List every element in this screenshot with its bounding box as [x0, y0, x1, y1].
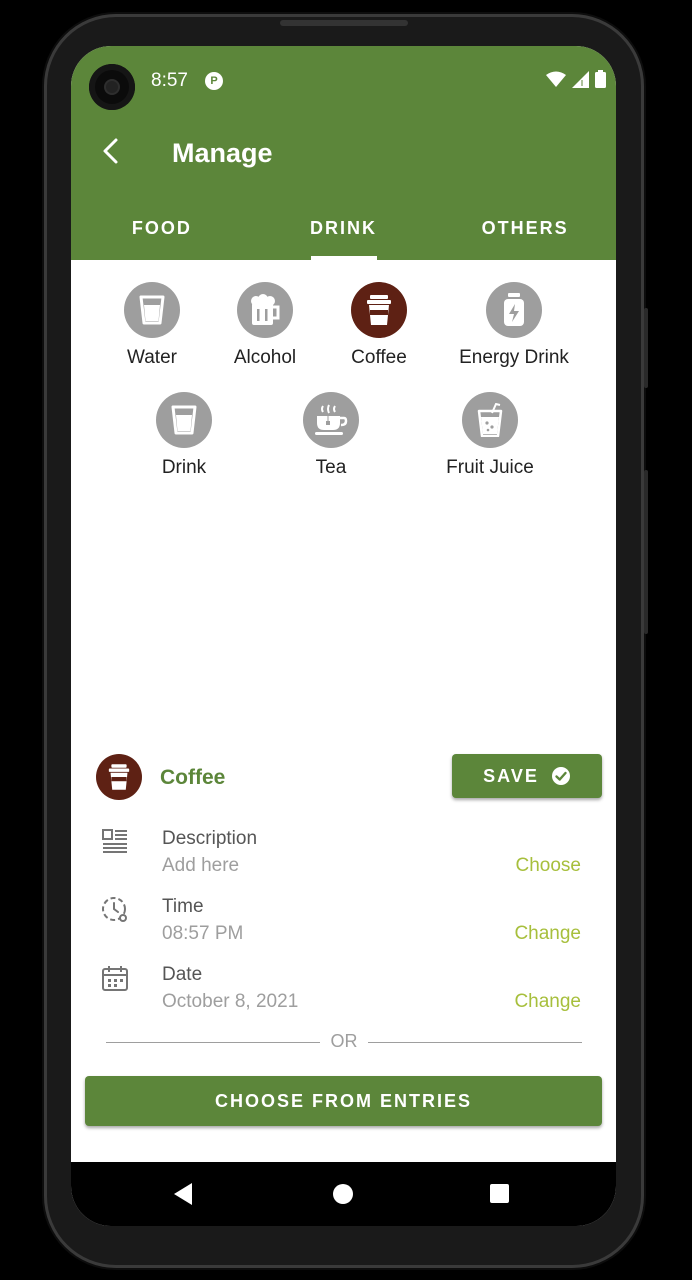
- drink-glass-icon: [171, 405, 197, 435]
- selected-drink-row: Coffee SAVE: [96, 754, 602, 802]
- drink-label: Fruit Juice: [446, 457, 534, 478]
- drink-option-drink[interactable]: Drink: [119, 392, 249, 479]
- time-label: Time: [162, 896, 204, 917]
- save-label: SAVE: [483, 765, 539, 786]
- time-field: Time 08:57 PM Change: [101, 896, 581, 952]
- energy-can-icon: [504, 293, 524, 326]
- tea-icon-circle: [303, 392, 359, 448]
- nav-back-icon[interactable]: [173, 1182, 193, 1206]
- time-value: 08:57 PM: [162, 923, 244, 944]
- drink-option-fruit-juice[interactable]: Fruit Juice: [425, 392, 555, 479]
- drink-icon-circle: [156, 392, 212, 448]
- description-label: Description: [162, 828, 258, 849]
- juice-glass-icon: [477, 403, 503, 437]
- drink-option-alcohol[interactable]: Alcohol: [200, 282, 330, 369]
- notification-badge-icon: P: [205, 72, 223, 90]
- energy-drink-icon-circle: [486, 282, 542, 338]
- drink-label: Drink: [161, 457, 207, 478]
- water-glass-icon: [139, 295, 165, 325]
- tea-cup-icon: [315, 404, 348, 435]
- coffee-cup-icon: [367, 295, 391, 325]
- drink-option-energy-drink[interactable]: Energy Drink: [449, 282, 579, 369]
- tab-others[interactable]: OTHERS: [434, 214, 616, 260]
- screen: 8:57 P Manage FOOD DRINK OTHERS Water Al…: [71, 46, 616, 1226]
- description-icon: [102, 829, 127, 853]
- alcohol-icon-circle: [237, 282, 293, 338]
- signal-icon: [572, 70, 589, 88]
- calendar-icon: [102, 966, 128, 991]
- or-divider: OR: [106, 1031, 582, 1055]
- system-nav-bar: [71, 1162, 616, 1226]
- date-label: Date: [162, 964, 203, 985]
- date-change-link[interactable]: Change: [514, 991, 581, 1013]
- check-circle-icon: [551, 767, 570, 785]
- drink-option-water[interactable]: Water: [87, 282, 217, 369]
- front-camera: [89, 64, 135, 110]
- choose-from-entries-button[interactable]: CHOOSE FROM ENTRIES: [85, 1076, 602, 1126]
- drink-label: Energy Drink: [459, 347, 569, 368]
- nav-recents-icon[interactable]: [490, 1184, 509, 1203]
- clock-icon: [102, 897, 127, 922]
- nav-home-icon[interactable]: [333, 1184, 353, 1204]
- wifi-icon: [546, 71, 566, 87]
- page-title: Manage: [172, 138, 273, 168]
- drink-option-tea[interactable]: Tea: [266, 392, 396, 479]
- fruit-juice-icon-circle: [462, 392, 518, 448]
- selected-drink-icon-circle: [96, 754, 142, 800]
- date-field: Date October 8, 2021 Change: [101, 964, 581, 1020]
- speaker-grille: [280, 20, 408, 26]
- drink-label: Tea: [315, 457, 347, 478]
- drink-label: Water: [127, 347, 177, 368]
- selected-drink-name: Coffee: [160, 766, 226, 789]
- date-value: October 8, 2021: [162, 991, 299, 1012]
- beer-mug-icon: [251, 294, 280, 325]
- app-bar: 8:57 P Manage FOOD DRINK OTHERS: [71, 46, 616, 260]
- battery-icon: [595, 70, 606, 88]
- tab-drink[interactable]: DRINK: [253, 214, 435, 260]
- volume-button: [644, 308, 648, 388]
- description-value[interactable]: Add here: [162, 855, 239, 877]
- description-choose-link[interactable]: Choose: [516, 855, 582, 877]
- back-arrow-icon[interactable]: [97, 136, 127, 166]
- drink-label: Alcohol: [233, 347, 297, 368]
- tab-bar: FOOD DRINK OTHERS: [71, 214, 616, 260]
- coffee-cup-icon: [108, 764, 130, 790]
- water-icon-circle: [124, 282, 180, 338]
- power-button: [644, 470, 648, 634]
- or-text: OR: [330, 1031, 358, 1051]
- drink-label: Coffee: [351, 347, 407, 368]
- save-button[interactable]: SAVE: [452, 754, 602, 798]
- description-field: Description Add here Choose: [101, 828, 581, 884]
- drink-option-coffee[interactable]: Coffee: [314, 282, 444, 369]
- status-time: 8:57: [151, 70, 188, 91]
- time-change-link[interactable]: Change: [514, 923, 581, 945]
- status-icons: [546, 70, 606, 88]
- coffee-icon-circle: [351, 282, 407, 338]
- tab-food[interactable]: FOOD: [71, 214, 253, 260]
